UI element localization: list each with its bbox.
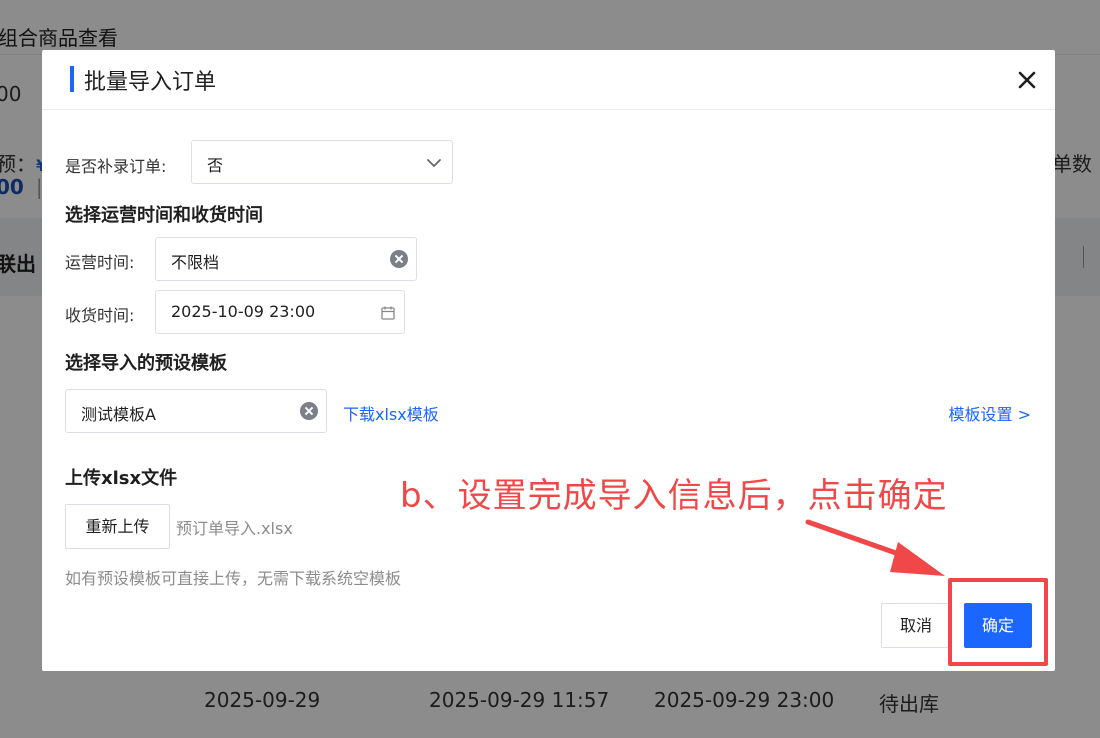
calendar-icon <box>381 306 395 320</box>
op-time-select[interactable]: 不限档 <box>155 237 417 281</box>
template-section-title: 选择导入的预设模板 <box>65 353 227 374</box>
upload-section-title: 上传xlsx文件 <box>65 468 178 489</box>
modal-header: 批量导入订单 <box>42 50 1055 110</box>
time-section-title: 选择运营时间和收货时间 <box>65 205 263 226</box>
supplement-label: 是否补录订单: <box>65 157 167 176</box>
template-value: 测试模板A <box>81 405 156 424</box>
template-settings-link[interactable]: 模板设置 > <box>949 401 1032 425</box>
supplement-value: 否 <box>207 156 224 175</box>
annotation-highlight-box <box>948 578 1048 666</box>
cancel-button[interactable]: 取消 <box>881 603 951 648</box>
close-icon[interactable] <box>1015 68 1039 92</box>
annotation-arrow-icon <box>805 519 945 576</box>
download-template-link[interactable]: 下载xlsx模板 <box>343 401 439 425</box>
clear-icon[interactable] <box>300 402 318 420</box>
upload-hint: 如有预设模板可直接上传，无需下载系统空模板 <box>65 569 402 588</box>
chevron-down-icon <box>427 159 441 167</box>
template-select[interactable]: 测试模板A <box>65 389 327 433</box>
supplement-select[interactable]: 否 <box>191 140 453 184</box>
title-accent-bar <box>70 66 74 92</box>
op-time-value: 不限档 <box>171 253 220 272</box>
receive-time-label: 收货时间: <box>65 306 135 325</box>
receive-time-value: 2025-10-09 23:00 <box>171 302 316 321</box>
receive-time-picker[interactable]: 2025-10-09 23:00 <box>155 290 405 334</box>
reupload-button[interactable]: 重新上传 <box>65 504 170 549</box>
modal-title: 批量导入订单 <box>84 70 217 95</box>
clear-icon[interactable] <box>390 250 408 268</box>
uploaded-file-name[interactable]: 预订单导入.xlsx <box>176 515 293 539</box>
op-time-label: 运营时间: <box>65 253 135 272</box>
